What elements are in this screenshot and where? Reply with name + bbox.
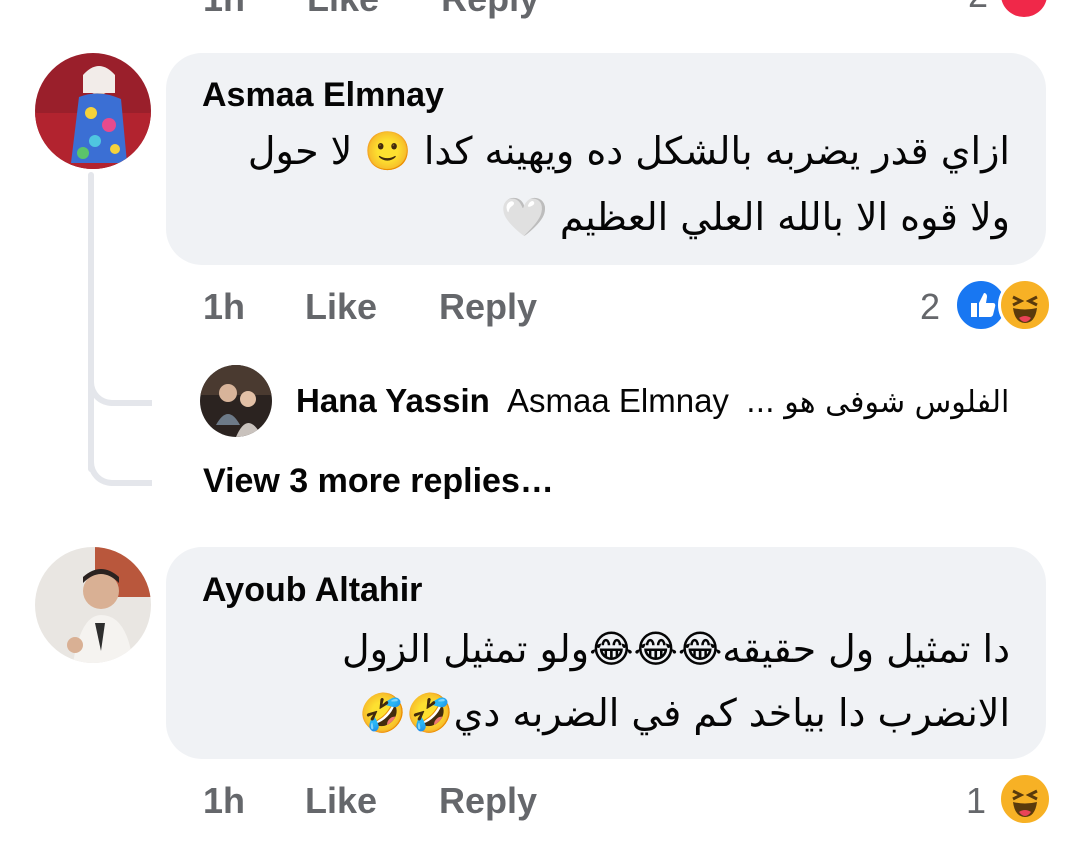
- thread-line-branch-2: [88, 440, 152, 486]
- comment-text-line-1: دا تمثيل ول حقيقه😂😂😂ولو تمثيل الزول: [342, 627, 1010, 671]
- previous-time: 1h: [203, 0, 245, 19]
- like-button[interactable]: Like: [305, 286, 377, 328]
- haha-icon[interactable]: [998, 278, 1052, 332]
- reply-preview[interactable]: Hana Yassin Asmaa Elmnay ... الفلوس شوفى…: [296, 382, 1009, 420]
- thread-line-branch-1: [88, 360, 152, 406]
- comment-author[interactable]: Asmaa Elmnay: [202, 76, 444, 115]
- thread-line-vertical: [88, 172, 94, 472]
- reaction-count[interactable]: 2: [920, 286, 940, 328]
- comment-text-line-1: ازاي قدر يضربه بالشكل ده ويهينه كدا 🙂 لا…: [247, 129, 1010, 173]
- like-button[interactable]: Like: [305, 780, 377, 822]
- reply-button[interactable]: Reply: [439, 286, 537, 328]
- reply-button[interactable]: Reply: [439, 780, 537, 822]
- avatar[interactable]: [35, 547, 151, 663]
- comment-time[interactable]: 1h: [203, 286, 245, 328]
- previous-reply-button[interactable]: Reply: [441, 0, 539, 19]
- previous-like-button[interactable]: Like: [307, 0, 379, 19]
- previous-comment-actions: 1h Like Reply: [203, 0, 591, 20]
- reply-mention[interactable]: Asmaa Elmnay: [507, 382, 729, 419]
- reply-author[interactable]: Hana Yassin: [296, 382, 490, 419]
- view-more-replies-link[interactable]: View 3 more replies…: [203, 462, 554, 501]
- previous-reaction-count: 2: [968, 0, 988, 16]
- comment-text-line-2: الانضرب دا بياخد كم في الضربه دي🤣🤣: [358, 691, 1010, 735]
- reply-snippet: ... الفلوس شوفى هو: [746, 385, 1010, 420]
- comment-author[interactable]: Ayoub Altahir: [202, 571, 422, 610]
- comment-time[interactable]: 1h: [203, 780, 245, 822]
- reply-avatar[interactable]: [200, 365, 272, 437]
- haha-icon[interactable]: [998, 772, 1052, 826]
- avatar[interactable]: [35, 53, 151, 169]
- love-reaction-icon: [998, 0, 1050, 20]
- reaction-count[interactable]: 1: [966, 780, 986, 822]
- comment-text-line-2: ولا قوه الا بالله العلي العظيم 🤍: [500, 195, 1010, 239]
